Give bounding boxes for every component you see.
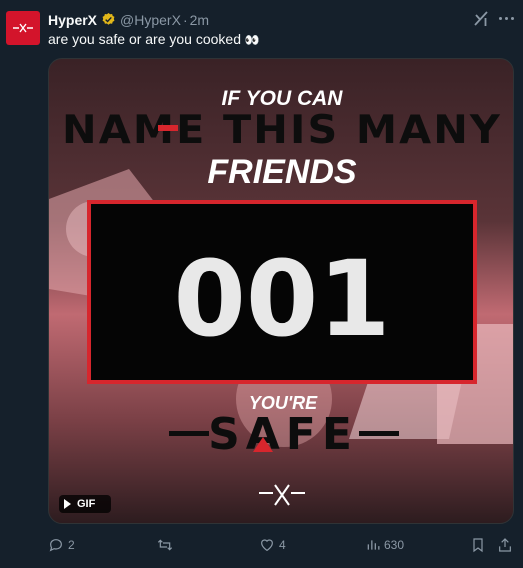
hyperx-watermark-logo: [259, 484, 305, 506]
share-button[interactable]: [497, 533, 513, 557]
reply-icon: [49, 539, 62, 552]
headline-accent-bar: [158, 125, 178, 131]
author-display-name[interactable]: HyperX: [48, 12, 97, 28]
gif-label: GIF: [77, 498, 96, 510]
headline-friends: FRIENDS: [207, 153, 357, 191]
heart-icon: [261, 539, 273, 552]
bookmark-icon: [473, 538, 483, 553]
repost-button[interactable]: [156, 533, 178, 557]
headline-if-you-can: IF YOU CAN: [222, 87, 344, 110]
like-button[interactable]: 4: [259, 533, 286, 557]
headline-name-this-many: NAME THIS MANY: [62, 108, 502, 153]
status-word-safe: SAFE: [208, 409, 358, 460]
share-icon: [499, 538, 511, 552]
avatar[interactable]: [6, 11, 40, 45]
like-count: 4: [279, 538, 286, 552]
tweet-text: are you safe or are you cooked 👀: [48, 31, 260, 47]
action-bar: 2 4 630: [48, 533, 518, 557]
repost-icon: [157, 539, 173, 551]
hyperx-logo-icon: [13, 23, 33, 33]
gif-badge[interactable]: GIF: [59, 495, 111, 513]
reply-button[interactable]: 2: [48, 533, 75, 557]
grok-icon[interactable]: [471, 9, 491, 29]
reply-count: 2: [68, 538, 75, 552]
more-options-icon[interactable]: [496, 11, 516, 25]
tweet[interactable]: HyperX @HyperX · 2m are you safe or are …: [0, 0, 523, 568]
play-icon: [64, 499, 71, 509]
safe-line-left: [169, 431, 209, 436]
timestamp[interactable]: 2m: [190, 12, 209, 28]
view-count: 630: [384, 538, 405, 552]
gif-artwork: IF YOU CAN NAME THIS MANY FRIENDS 001 YO…: [49, 87, 513, 506]
verified-badge-icon: [101, 12, 116, 27]
views-icon: [367, 540, 380, 550]
views-button[interactable]: 630: [366, 533, 404, 557]
gif-media[interactable]: IF YOU CAN NAME THIS MANY FRIENDS 001 YO…: [48, 58, 514, 524]
separator-dot: ·: [182, 11, 188, 28]
eyes-emoji: 👀: [244, 33, 260, 47]
counter-value: 001: [173, 238, 390, 360]
safe-line-right: [359, 431, 399, 436]
tweet-header: HyperX @HyperX · 2m: [48, 11, 209, 28]
tweet-text-body: are you safe or are you cooked: [48, 31, 242, 47]
bookmark-button[interactable]: [470, 533, 486, 557]
author-handle[interactable]: @HyperX: [120, 12, 181, 28]
